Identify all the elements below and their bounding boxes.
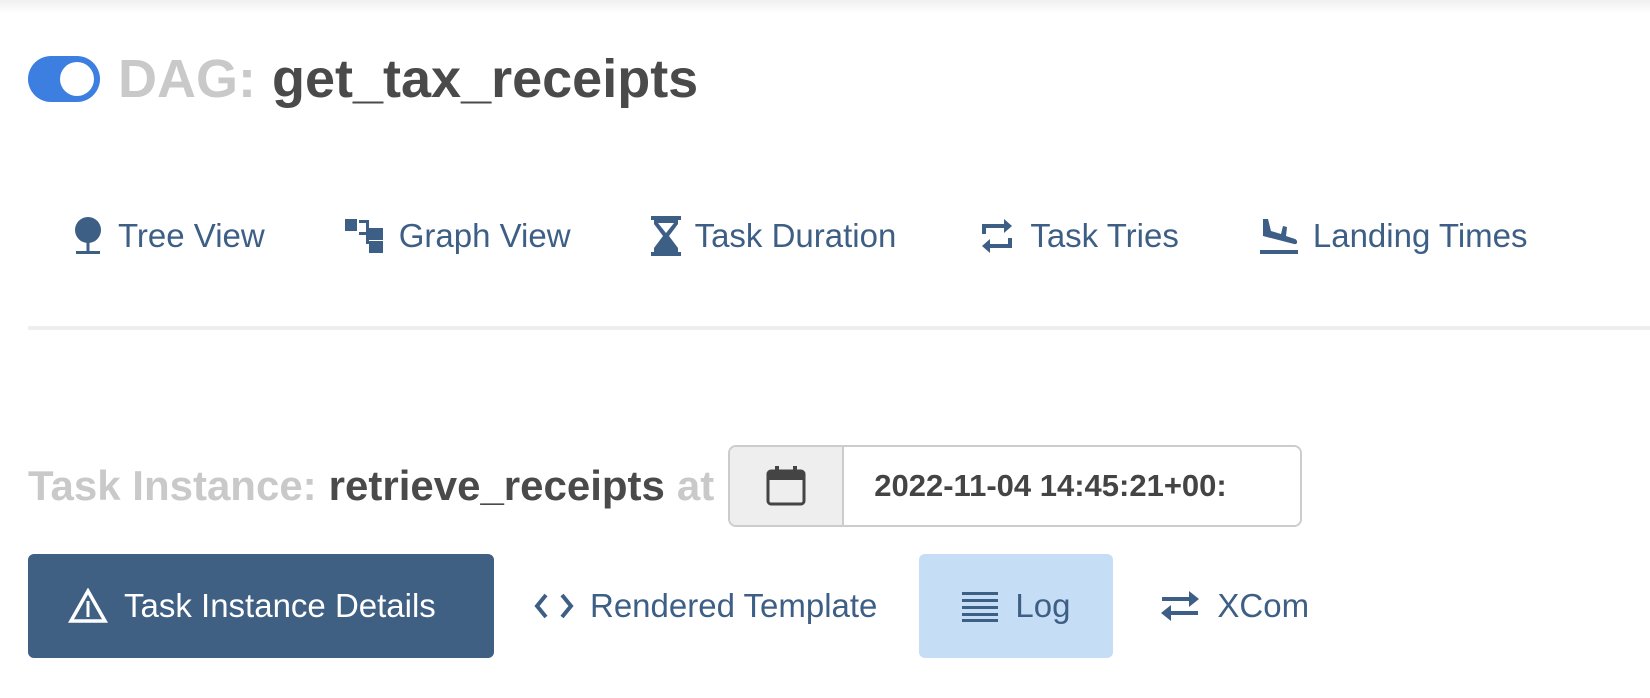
at-label: at [676,462,715,509]
tab-task-instance-details-label: Task Instance Details [124,587,436,624]
tab-rendered-template-label: Rendered Template [590,587,878,624]
warning-icon [68,588,108,623]
task-instance-name: retrieve_receipts [328,462,665,509]
nav-divider [28,326,1650,330]
dag-name: get_tax_receipts [271,49,699,109]
nav-task-duration-label: Task Duration [694,217,897,254]
exchange-icon [1161,591,1200,621]
graph-icon [344,219,383,253]
tree-icon [75,217,101,254]
toggle-knob [60,62,94,96]
view-nav: Tree View Graph View Task Duration Task … [72,206,1528,266]
execution-date-picker [728,445,1303,527]
plane-landing-icon [1259,219,1298,254]
list-icon [962,592,999,622]
dag-label: DAG: [118,49,256,109]
nav-landing-times[interactable]: Landing Times [1259,217,1528,255]
hourglass-icon [650,216,681,256]
tab-log-label: Log [1015,587,1071,624]
dag-header: DAG: get_tax_receipts [28,44,698,114]
task-instance-label: Task Instance: [28,462,317,509]
nav-tree-view[interactable]: Tree View [72,216,265,256]
nav-task-tries[interactable]: Task Tries [978,217,1179,255]
retweet-icon [982,219,1013,253]
tab-rendered-template[interactable]: Rendered Template [534,554,877,658]
tab-xcom[interactable]: XCom [1159,554,1309,658]
nav-graph-view-label: Graph View [398,217,571,254]
nav-landing-times-label: Landing Times [1312,217,1528,254]
top-shadow [0,0,1650,14]
tab-task-instance-details[interactable]: Task Instance Details [28,554,494,658]
nav-task-tries-label: Task Tries [1030,217,1179,254]
calendar-button[interactable] [730,447,845,525]
tab-xcom-label: XCom [1217,587,1310,624]
code-icon [534,593,574,619]
tab-log[interactable]: Log [919,554,1114,658]
dag-pause-toggle[interactable] [28,56,100,102]
task-instance-header: Task Instance: retrieve_receipts at [28,444,1303,528]
task-instance-tabs: Task Instance Details Rendered Template … [28,554,1309,658]
calendar-icon [766,466,806,506]
nav-graph-view[interactable]: Graph View [344,217,571,255]
execution-date-input[interactable] [844,447,1301,525]
nav-task-duration[interactable]: Task Duration [650,216,897,256]
nav-tree-view-label: Tree View [118,217,265,254]
